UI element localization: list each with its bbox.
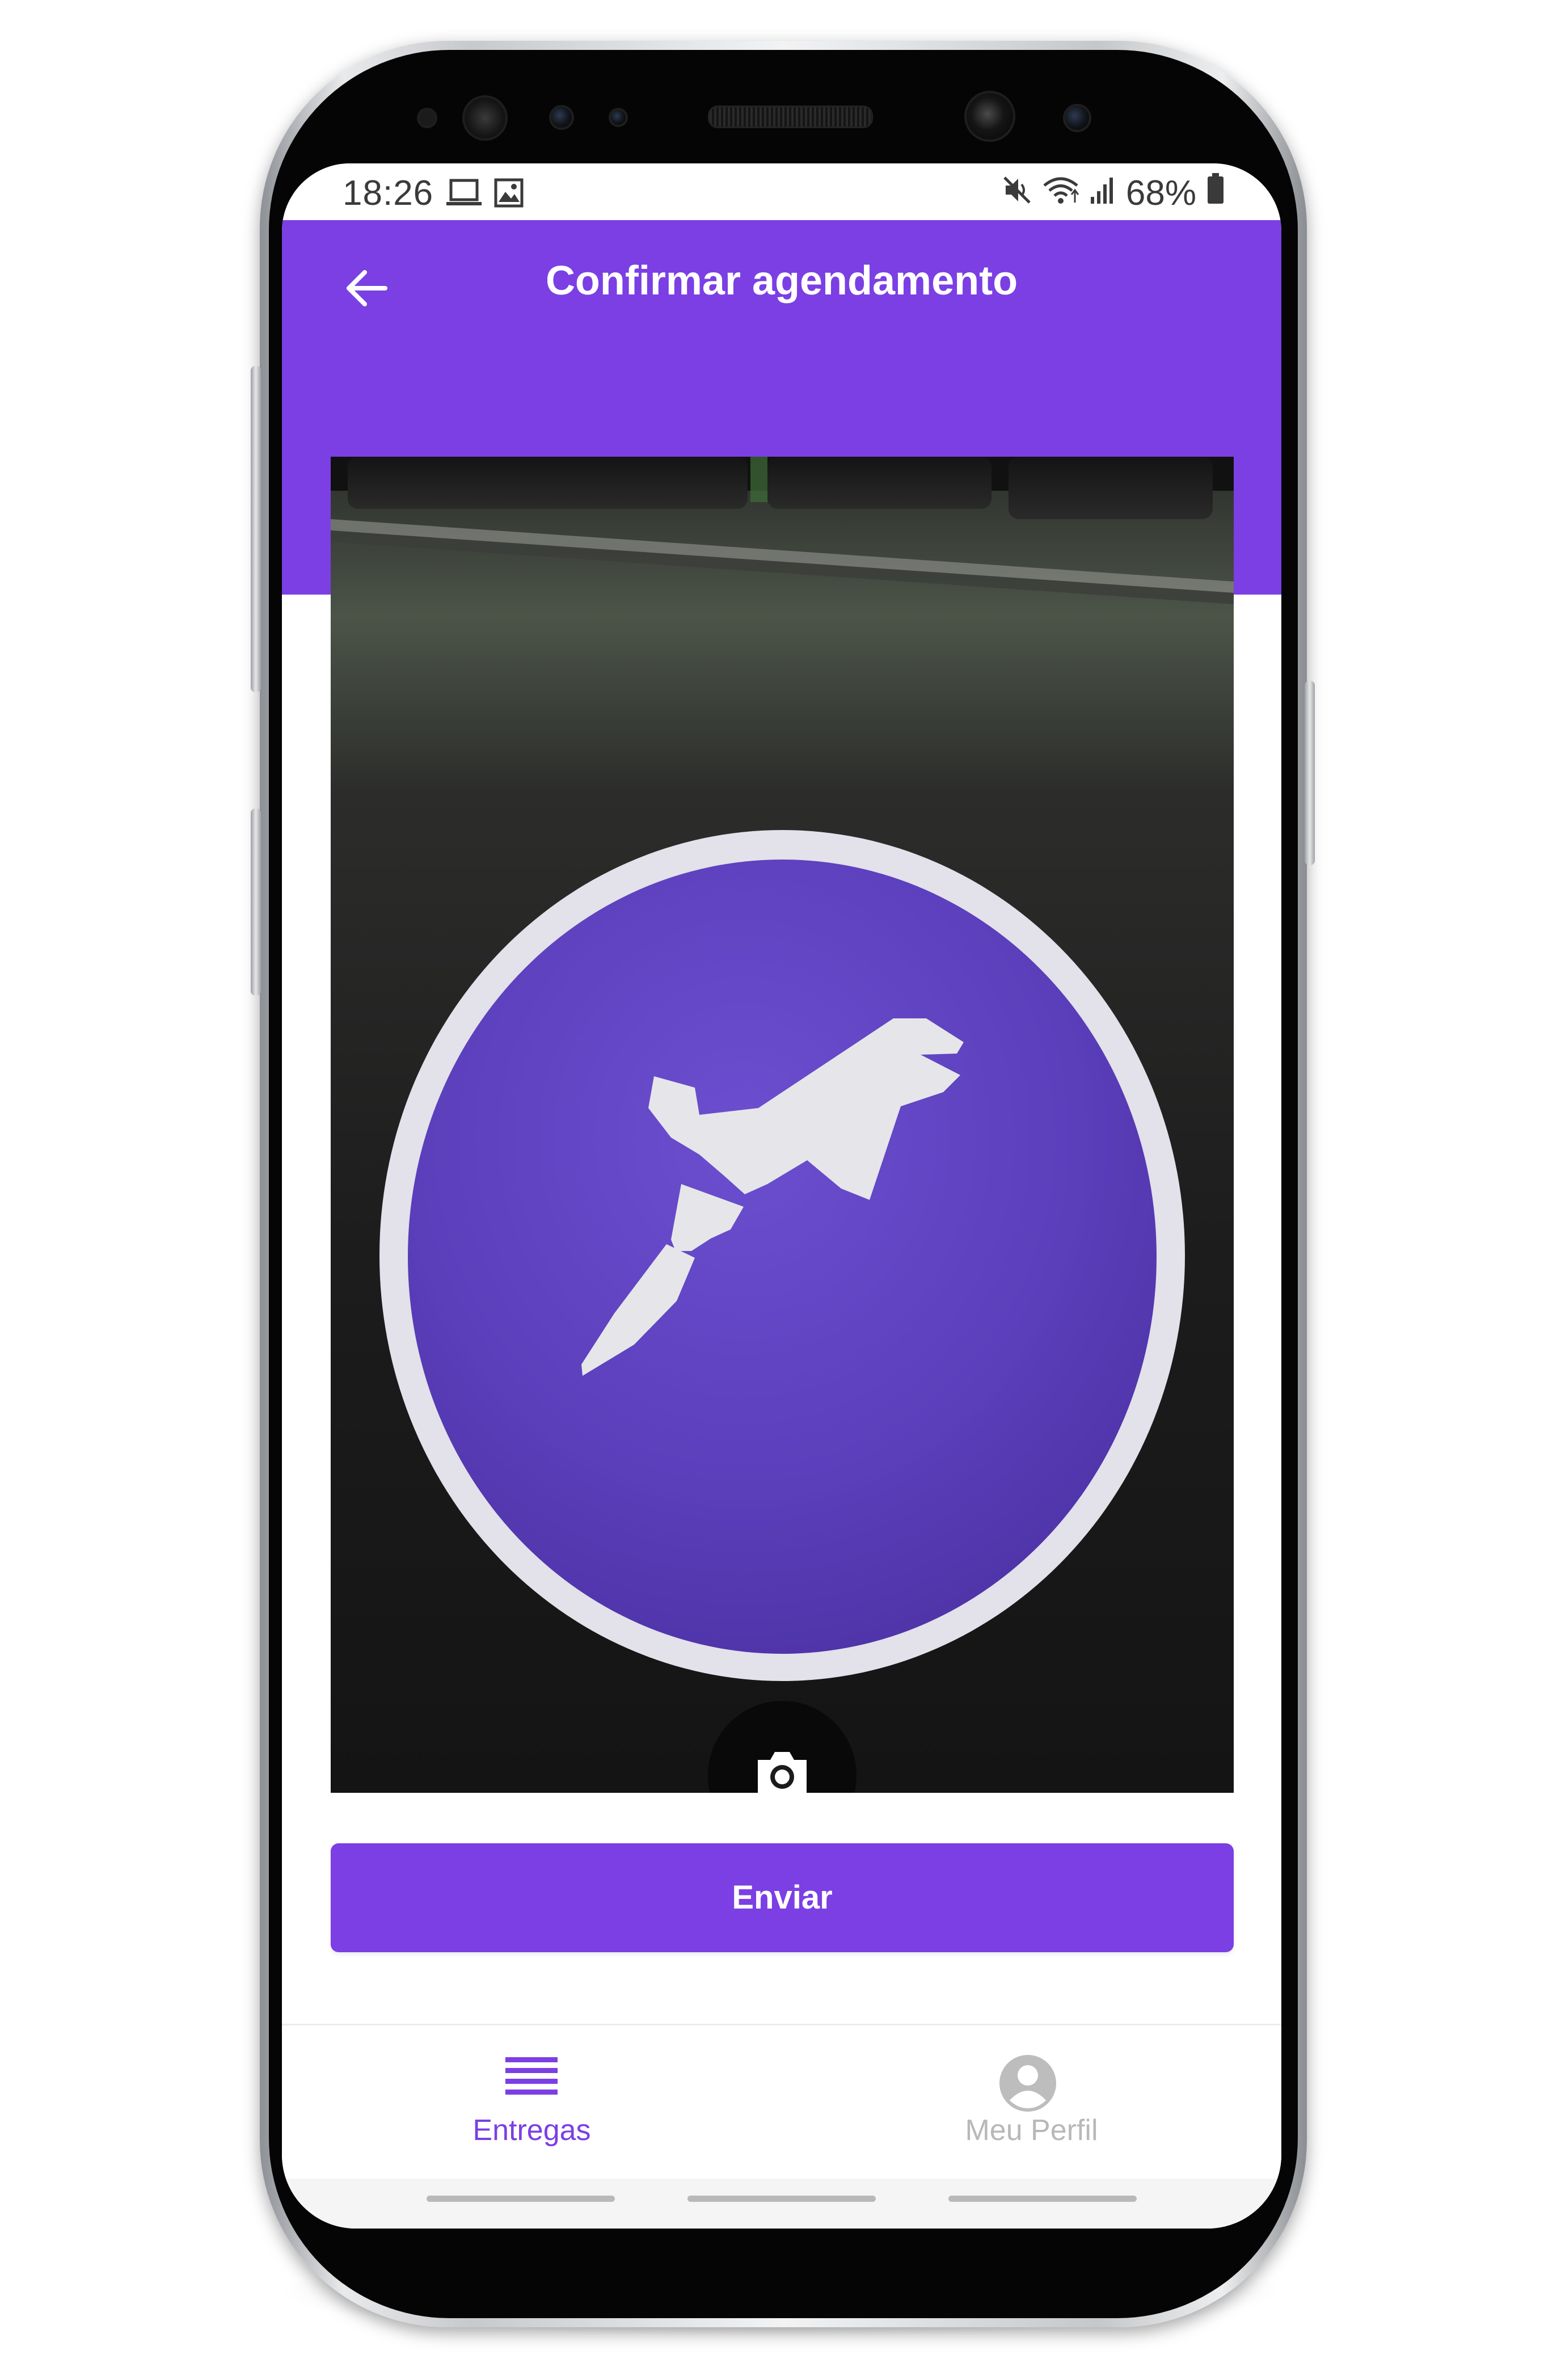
captured-photo	[331, 457, 1234, 1793]
gesture-bar	[282, 2179, 1281, 2229]
power-button	[1305, 681, 1315, 865]
nav-item-entregas[interactable]: Entregas	[282, 2025, 782, 2179]
user-circle-icon	[999, 2055, 1056, 2112]
page-title: Confirmar agendamento	[545, 258, 1018, 304]
status-time: 18:26	[343, 174, 434, 213]
phone-screen: 18:26 68% Confirmar agendamento Enviar E…	[282, 163, 1281, 2229]
volume-button	[251, 808, 261, 996]
nav-label-entregas: Entregas	[472, 2114, 591, 2147]
battery-icon	[1206, 173, 1225, 213]
status-bar: 18:26 68%	[282, 163, 1281, 220]
bottom-navigation: Entregas Meu Perfil	[282, 2024, 1281, 2179]
front-camera	[964, 91, 1015, 142]
nav-item-meu-perfil[interactable]: Meu Perfil	[782, 2025, 1281, 2179]
nav-label-meu-perfil: Meu Perfil	[965, 2114, 1098, 2147]
battery-percentage: 68%	[1125, 174, 1196, 213]
signal-icon	[1090, 173, 1116, 213]
face-sensor	[1063, 104, 1091, 132]
gesture-recent[interactable]	[427, 2196, 615, 2202]
gesture-home[interactable]	[687, 2196, 876, 2202]
laptop-icon	[446, 176, 482, 216]
image-icon	[494, 176, 524, 216]
bixby-button	[251, 366, 261, 692]
iris-sensor	[462, 95, 508, 141]
wifi-icon	[1042, 173, 1079, 213]
list-icon	[505, 2057, 558, 2095]
mute-icon	[1002, 173, 1032, 213]
status-right-icons: 68%	[1002, 173, 1225, 213]
ir-sensor	[609, 108, 628, 127]
led-indicator	[549, 105, 574, 130]
gesture-back[interactable]	[948, 2196, 1137, 2202]
proximity-sensor	[417, 108, 437, 128]
camera-icon	[758, 1752, 807, 1793]
photo-image	[331, 457, 1234, 1793]
status-left-icons	[446, 176, 524, 216]
earpiece-speaker	[708, 106, 873, 128]
send-button[interactable]: Enviar	[331, 1843, 1234, 1952]
